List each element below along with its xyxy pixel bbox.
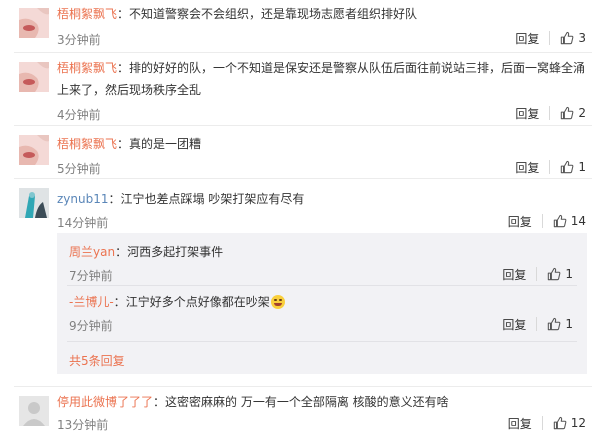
like-count: 12 xyxy=(570,416,586,430)
like-count: 2 xyxy=(578,106,586,120)
thumbs-up-icon xyxy=(561,31,574,45)
reply-item: -兰博儿-：江宁好多个点好像都在吵架 9分钟前 回复 1 xyxy=(57,286,587,340)
reply-text: 河西多起打架事件 xyxy=(127,245,224,259)
reply-button[interactable]: 回复 xyxy=(508,415,532,432)
reply-button[interactable]: 回复 xyxy=(515,30,539,47)
reply-username[interactable]: -兰博儿- xyxy=(69,295,114,309)
comment-text: 江宁也差点踩塌 吵架打架应有尽有 xyxy=(120,192,305,206)
action-divider xyxy=(541,214,543,228)
thumbs-up-icon xyxy=(548,317,561,331)
comment-content: 梧桐絮飘飞：真的是一团糟 xyxy=(57,133,588,155)
comment-item: 停用此微博了了了：这密密麻麻的 万一有一个全部隔离 核酸的意义还有啥 13分钟前… xyxy=(0,387,600,441)
thumbs-up-icon xyxy=(548,267,561,281)
comment-username[interactable]: 梧桐絮飘飞 xyxy=(57,7,117,21)
reply-separator: ： xyxy=(115,245,128,259)
comment-actions: 回复 12 xyxy=(508,413,586,433)
comment-time: 3分钟前 xyxy=(57,33,101,47)
reply-actions: 回复 1 xyxy=(502,314,573,334)
action-divider xyxy=(536,267,538,281)
comment-text: 这密密麻麻的 万一有一个全部隔离 核酸的意义还有啥 xyxy=(165,395,449,409)
comment-content: zynub11：江宁也差点踩塌 吵架打架应有尽有 xyxy=(57,188,588,210)
like-button[interactable]: 14 xyxy=(553,214,586,228)
reply-username[interactable]: 周兰yan xyxy=(69,245,115,259)
like-button[interactable]: 2 xyxy=(560,106,586,120)
comment-actions: 回复 14 xyxy=(508,211,586,231)
reply-button[interactable]: 回复 xyxy=(515,159,539,176)
like-button[interactable]: 1 xyxy=(547,267,573,281)
comment-item: 梧桐絮飘飞：排的好好的队，一个不知道是保安还是警察从队伍后面往前说站三排，后面一… xyxy=(0,53,600,125)
like-count: 3 xyxy=(578,31,586,45)
reply-separator: ： xyxy=(113,295,126,309)
thumbs-up-icon xyxy=(561,106,574,120)
comment-username[interactable]: 梧桐絮飘飞 xyxy=(57,137,117,151)
thumbs-up-icon xyxy=(553,416,567,430)
comment-username[interactable]: zynub11 xyxy=(57,192,109,206)
like-count: 1 xyxy=(565,267,573,281)
comment-item: zynub11：江宁也差点踩塌 吵架打架应有尽有 14分钟前 回复 14 周兰y… xyxy=(0,179,600,380)
comment-text: 不知道警察会不会组织，还是靠现场志愿者组织排好队 xyxy=(129,7,418,21)
thumbs-up-icon xyxy=(561,160,574,174)
reply-actions: 回复 1 xyxy=(502,264,573,284)
more-replies-link[interactable]: 共5条回复 xyxy=(69,352,125,369)
comment-time: 14分钟前 xyxy=(57,216,109,230)
like-count: 1 xyxy=(565,317,573,331)
avatar[interactable] xyxy=(19,135,49,165)
comment-separator: ： xyxy=(117,7,130,21)
action-divider xyxy=(536,317,538,331)
comment-content: 梧桐絮飘飞：不知道警察会不会组织，还是靠现场志愿者组织排好队 xyxy=(57,3,588,25)
like-button[interactable]: 1 xyxy=(560,160,586,174)
avatar[interactable] xyxy=(19,8,49,38)
comment-time: 4分钟前 xyxy=(57,108,101,122)
action-divider xyxy=(549,31,551,45)
reply-list: 周兰yan：河西多起打架事件 7分钟前 回复 1 -兰博儿-：江宁好多个点好像都… xyxy=(57,233,587,374)
default-avatar-icon[interactable] xyxy=(19,396,49,426)
comment-actions: 回复 1 xyxy=(515,157,586,177)
reply-button[interactable]: 回复 xyxy=(502,266,526,283)
comment-item: 梧桐絮飘飞：真的是一团糟 5分钟前 回复 1 xyxy=(0,126,600,178)
reply-text: 江宁好多个点好像都在吵架 xyxy=(125,295,270,309)
comment-separator: ： xyxy=(117,61,130,75)
reply-time: 7分钟前 xyxy=(69,269,113,283)
comment-username[interactable]: 停用此微博了了了 xyxy=(57,395,153,409)
comment-actions: 回复 3 xyxy=(515,28,586,48)
action-divider xyxy=(549,160,551,174)
comment-separator: ： xyxy=(153,395,166,409)
avatar[interactable] xyxy=(19,62,49,92)
like-button[interactable]: 12 xyxy=(553,416,586,430)
reply-time: 9分钟前 xyxy=(69,319,113,333)
action-divider xyxy=(549,106,551,120)
comment-text: 真的是一团糟 xyxy=(129,137,202,151)
like-button[interactable]: 1 xyxy=(547,317,573,331)
comment-time: 13分钟前 xyxy=(57,418,109,432)
like-count: 1 xyxy=(578,160,586,174)
like-count: 14 xyxy=(570,214,586,228)
reply-button[interactable]: 回复 xyxy=(508,213,532,230)
comment-time: 5分钟前 xyxy=(57,162,101,176)
comment-content: 停用此微博了了了：这密密麻麻的 万一有一个全部隔离 核酸的意义还有啥 xyxy=(57,391,588,413)
reply-content: 周兰yan：河西多起打架事件 xyxy=(69,241,575,263)
action-divider xyxy=(541,416,543,430)
like-button[interactable]: 3 xyxy=(560,31,586,45)
comment-separator: ： xyxy=(108,192,121,206)
thumbs-up-icon xyxy=(553,214,567,228)
reply-content: -兰博儿-：江宁好多个点好像都在吵架 xyxy=(69,291,575,313)
comment-content: 梧桐絮飘飞：排的好好的队，一个不知道是保安还是警察从队伍后面往前说站三排，后面一… xyxy=(57,57,588,101)
comment-item: 梧桐絮飘飞：不知道警察会不会组织，还是靠现场志愿者组织排好队 3分钟前 回复 3 xyxy=(0,0,600,52)
reply-button[interactable]: 回复 xyxy=(502,316,526,333)
comment-text: 排的好好的队，一个不知道是保安还是警察从队伍后面往前说站三排，后面一窝蜂全涌上来… xyxy=(57,61,586,97)
avatar[interactable] xyxy=(19,188,49,218)
divider xyxy=(67,341,577,342)
comment-separator: ： xyxy=(117,137,130,151)
comment-username[interactable]: 梧桐絮飘飞 xyxy=(57,61,117,75)
comment-actions: 回复 2 xyxy=(515,103,586,123)
laughing-crying-emoji-icon xyxy=(270,295,285,309)
reply-button[interactable]: 回复 xyxy=(515,105,539,122)
reply-item: 周兰yan：河西多起打架事件 7分钟前 回复 1 xyxy=(57,233,587,284)
